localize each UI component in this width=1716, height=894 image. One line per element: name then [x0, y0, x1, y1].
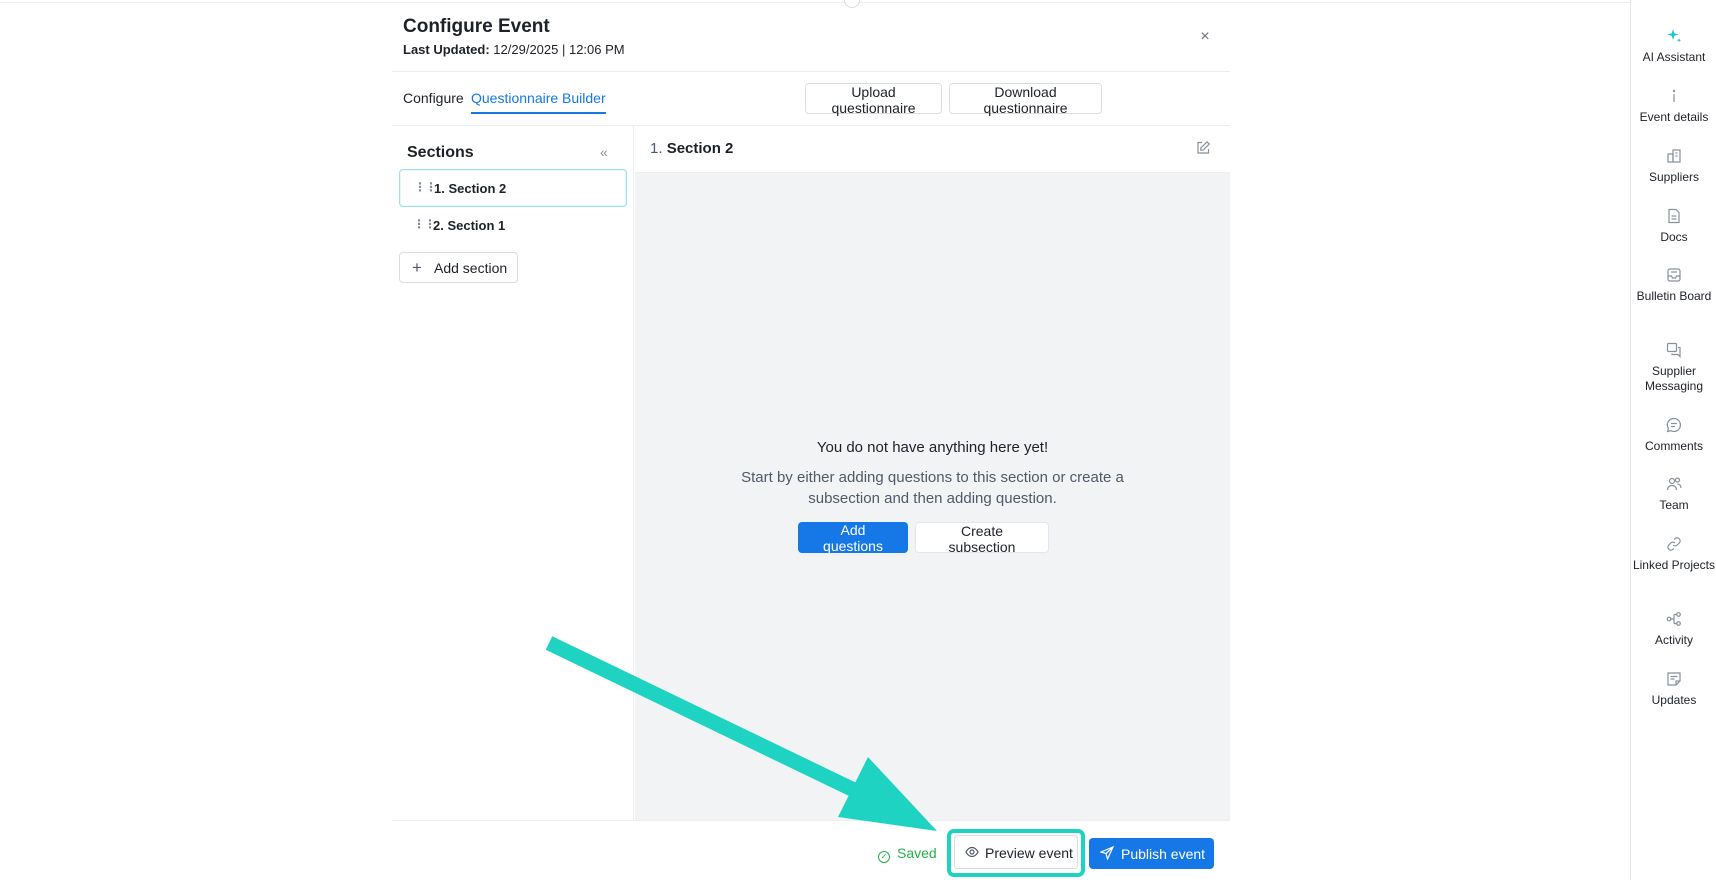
- rail-label: AI Assistant: [1642, 50, 1706, 64]
- last-updated-label: Last Updated:: [403, 42, 490, 57]
- publish-event-label: Publish event: [1121, 846, 1206, 862]
- empty-state-description: Start by either adding questions to this…: [741, 469, 1124, 507]
- saved-label: Saved: [897, 845, 937, 861]
- rail-linked-projects[interactable]: Linked Projects: [1631, 536, 1716, 573]
- team-icon: [1666, 477, 1682, 491]
- rail-comments[interactable]: Comments: [1631, 417, 1716, 454]
- rail-label: Docs: [1660, 230, 1688, 244]
- rail-label: Bulletin Board: [1636, 289, 1712, 303]
- create-subsection-button[interactable]: Create subsection: [915, 522, 1049, 555]
- upload-questionnaire-button[interactable]: Upload questionnaire: [805, 83, 942, 116]
- collapse-icon[interactable]: «: [600, 144, 608, 160]
- rail-event-details[interactable]: Event details: [1631, 88, 1716, 125]
- section-item-label: 1. Section 2: [434, 181, 507, 196]
- rail-ai-assistant[interactable]: AI Assistant: [1631, 28, 1716, 65]
- rail-label: Supplier Messaging: [1644, 364, 1704, 393]
- rail-updates[interactable]: Updates: [1631, 671, 1716, 708]
- publish-event-button[interactable]: Publish event: [1089, 838, 1214, 869]
- messages-icon: [1666, 342, 1681, 358]
- sections-title: Sections: [407, 144, 474, 161]
- rail-label: Activity: [1654, 633, 1693, 647]
- section-item[interactable]: ⋮⋮ 2. Section 1: [399, 207, 627, 245]
- add-section-label: Add section: [434, 260, 508, 276]
- sparkle-icon: [1667, 29, 1682, 43]
- comment-icon: [1666, 417, 1682, 433]
- section-name: Section 2: [666, 140, 734, 157]
- last-updated: Last Updated: 12/29/2025 | 12:06 PM: [403, 42, 625, 57]
- rail-supplier-messaging[interactable]: Supplier Messaging: [1631, 342, 1716, 394]
- section-item-label: 2. Section 1: [433, 218, 506, 233]
- tab-configure[interactable]: Configure: [403, 90, 464, 112]
- download-questionnaire-button[interactable]: Download questionnaire: [949, 83, 1102, 116]
- rail-docs[interactable]: Docs: [1631, 208, 1716, 245]
- edit-icon[interactable]: [1195, 140, 1211, 156]
- rail-label: Suppliers: [1648, 170, 1700, 184]
- rail-activity[interactable]: Activity: [1631, 611, 1716, 648]
- rail-label: Comments: [1644, 439, 1703, 453]
- section-header: 1. Section 2: [635, 126, 1230, 173]
- page-title: Configure Event: [403, 16, 550, 37]
- info-icon: [1672, 89, 1676, 102]
- check-circle-icon: ✓: [878, 851, 890, 863]
- eye-icon: [965, 846, 979, 858]
- plus-icon: +: [412, 258, 422, 277]
- section-title: 1. Section 2: [650, 140, 733, 157]
- drag-handle-icon[interactable]: ⋮⋮: [414, 180, 437, 194]
- right-rail: AI Assistant Event details Suppliers Doc…: [1630, 0, 1716, 880]
- sections-sidebar: Sections « ⋮⋮ 1. Section 2 ⋮⋮ 2. Section…: [392, 126, 634, 820]
- tab-questionnaire-builder[interactable]: Questionnaire Builder: [471, 90, 606, 114]
- building-icon: [1667, 149, 1681, 163]
- rail-suppliers[interactable]: Suppliers: [1631, 148, 1716, 185]
- empty-state-title: You do not have anything here yet!: [816, 439, 1049, 456]
- section-number: 1.: [650, 140, 663, 157]
- saved-status: ✓ Saved: [878, 845, 937, 863]
- tab-bar: Configure Questionnaire Builder Upload q…: [392, 72, 1230, 126]
- rail-label: Event details: [1639, 110, 1709, 124]
- updates-icon: [1667, 672, 1681, 686]
- close-icon[interactable]: ×: [1194, 26, 1216, 48]
- panel-footer: ✓ Saved Preview event Publish event: [392, 820, 1230, 894]
- panel-header: Configure Event Last Updated: 12/29/2025…: [392, 0, 1230, 72]
- activity-icon: [1666, 612, 1681, 626]
- section-item[interactable]: ⋮⋮ 1. Section 2: [399, 169, 627, 207]
- preview-event-label: Preview event: [985, 845, 1073, 861]
- configure-event-panel: Configure Event Last Updated: 12/29/2025…: [392, 0, 1230, 894]
- last-updated-value: 12/29/2025 | 12:06 PM: [493, 42, 625, 57]
- rail-bulletin-board[interactable]: Bulletin Board: [1631, 267, 1716, 304]
- preview-event-button[interactable]: Preview event: [954, 835, 1078, 869]
- section-content: You do not have anything here yet! Start…: [635, 173, 1230, 820]
- drag-handle-icon[interactable]: ⋮⋮: [413, 217, 436, 231]
- rail-label: Linked Projects: [1632, 558, 1716, 572]
- rail-label: Updates: [1651, 693, 1697, 707]
- link-icon: [1667, 537, 1681, 551]
- rail-label: Team: [1659, 498, 1689, 512]
- send-icon: [1100, 846, 1114, 860]
- add-questions-button[interactable]: Add questions: [798, 522, 908, 554]
- document-icon: [1668, 208, 1680, 224]
- add-section-button[interactable]: + Add section: [399, 252, 518, 283]
- rail-team[interactable]: Team: [1631, 476, 1716, 513]
- inbox-icon: [1667, 268, 1681, 282]
